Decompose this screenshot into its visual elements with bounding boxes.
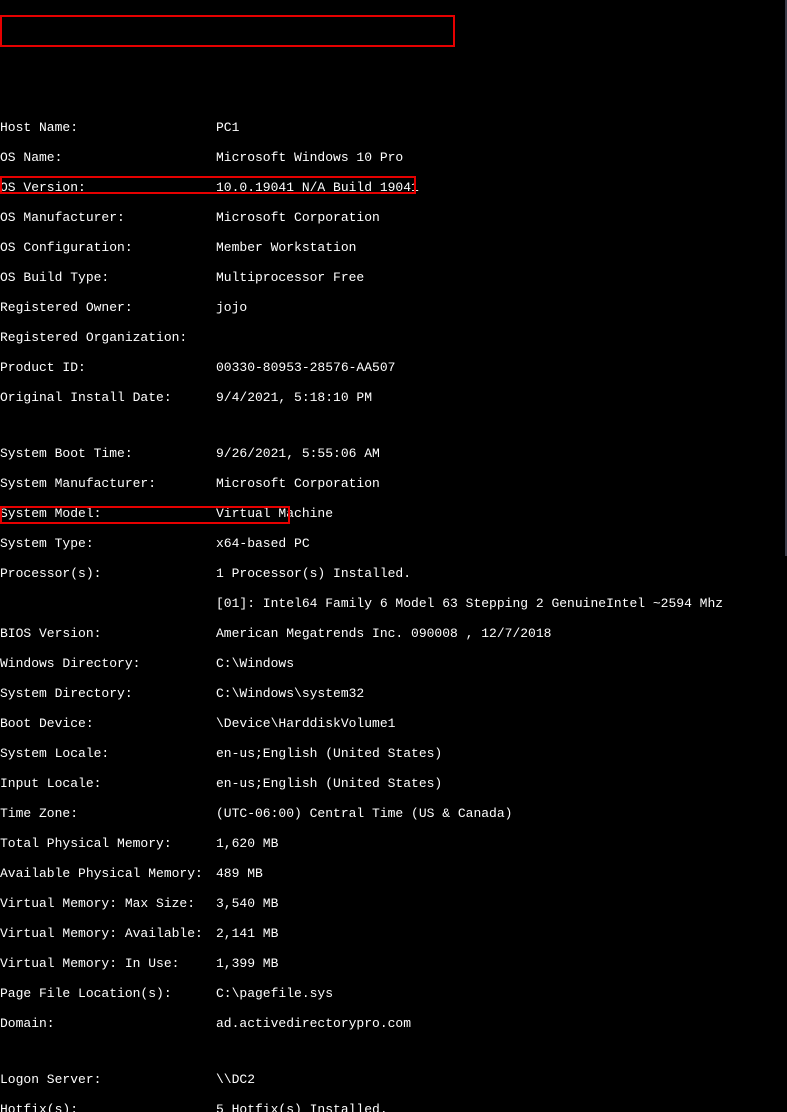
row-virtual-memory-max: Virtual Memory: Max Size:3,540 MB — [0, 896, 787, 911]
row-available-physical-memory: Available Physical Memory:489 MB — [0, 866, 787, 881]
value: 5 Hotfix(s) Installed. — [216, 1102, 388, 1112]
row-os-name: OS Name:Microsoft Windows 10 Pro — [0, 150, 787, 165]
label: Total Physical Memory: — [0, 836, 216, 851]
label: Input Locale: — [0, 776, 216, 791]
label: Time Zone: — [0, 806, 216, 821]
value: American Megatrends Inc. 090008 , 12/7/2… — [216, 626, 551, 641]
value: \Device\HarddiskVolume1 — [216, 716, 395, 731]
label — [0, 596, 216, 611]
value: Multiprocessor Free — [216, 270, 364, 285]
value: Microsoft Windows 10 Pro — [216, 150, 403, 165]
label: System Directory: — [0, 686, 216, 701]
label: Hotfix(s): — [0, 1102, 216, 1112]
value: Member Workstation — [216, 240, 356, 255]
row-processor-01: [01]: Intel64 Family 6 Model 63 Stepping… — [0, 596, 787, 611]
row-os-manufacturer: OS Manufacturer:Microsoft Corporation — [0, 210, 787, 225]
label: Available Physical Memory: — [0, 866, 216, 881]
value: 489 MB — [216, 866, 263, 881]
row-registered-organization: Registered Organization: — [0, 330, 787, 345]
row-system-manufacturer: System Manufacturer:Microsoft Corporatio… — [0, 476, 787, 491]
row-host-name: Host Name:PC1 — [0, 120, 787, 135]
label: Processor(s): — [0, 566, 216, 581]
label: OS Build Type: — [0, 270, 216, 285]
row-time-zone: Time Zone:(UTC-06:00) Central Time (US &… — [0, 806, 787, 821]
label: Registered Organization: — [0, 330, 216, 345]
label: Product ID: — [0, 360, 216, 375]
value: Microsoft Corporation — [216, 476, 380, 491]
value: \\DC2 — [216, 1072, 255, 1087]
row-logon-server: Logon Server:\\DC2 — [0, 1072, 787, 1087]
label: System Model: — [0, 506, 216, 521]
label: OS Configuration: — [0, 240, 216, 255]
label: OS Manufacturer: — [0, 210, 216, 225]
value: [01]: Intel64 Family 6 Model 63 Stepping… — [216, 596, 723, 611]
row-virtual-memory-in-use: Virtual Memory: In Use:1,399 MB — [0, 956, 787, 971]
label: Logon Server: — [0, 1072, 216, 1087]
value: 9/4/2021, 5:18:10 PM — [216, 390, 372, 405]
row-os-version: OS Version:10.0.19041 N/A Build 19041 — [0, 180, 787, 195]
row-system-model: System Model:Virtual Machine — [0, 506, 787, 521]
value: PC1 — [216, 120, 239, 135]
row-boot-device: Boot Device:\Device\HarddiskVolume1 — [0, 716, 787, 731]
label: OS Version: — [0, 180, 216, 195]
row-system-directory: System Directory:C:\Windows\system32 — [0, 686, 787, 701]
label: System Type: — [0, 536, 216, 551]
value: Microsoft Corporation — [216, 210, 380, 225]
row-product-id: Product ID:00330-80953-28576-AA507 — [0, 360, 787, 375]
value: (UTC-06:00) Central Time (US & Canada) — [216, 806, 512, 821]
label: Virtual Memory: Available: — [0, 926, 216, 941]
row-system-locale: System Locale:en-us;English (United Stat… — [0, 746, 787, 761]
row-os-build-type: OS Build Type:Multiprocessor Free — [0, 270, 787, 285]
row-bios-version: BIOS Version:American Megatrends Inc. 09… — [0, 626, 787, 641]
value: C:\Windows\system32 — [216, 686, 364, 701]
label: System Manufacturer: — [0, 476, 216, 491]
value: 10.0.19041 N/A Build 19041 — [216, 180, 419, 195]
value: 2,141 MB — [216, 926, 278, 941]
label: OS Name: — [0, 150, 216, 165]
label: Domain: — [0, 1016, 216, 1031]
row-processors: Processor(s):1 Processor(s) Installed. — [0, 566, 787, 581]
label: Virtual Memory: In Use: — [0, 956, 216, 971]
row-page-file-location: Page File Location(s):C:\pagefile.sys — [0, 986, 787, 1001]
row-os-configuration: OS Configuration:Member Workstation — [0, 240, 787, 255]
row-registered-owner: Registered Owner:jojo — [0, 300, 787, 315]
value: 1 Processor(s) Installed. — [216, 566, 411, 581]
label: System Boot Time: — [0, 446, 216, 461]
label: BIOS Version: — [0, 626, 216, 641]
label: Host Name: — [0, 120, 216, 135]
label: Registered Owner: — [0, 300, 216, 315]
value: Virtual Machine — [216, 506, 333, 521]
row-windows-directory: Windows Directory:C:\Windows — [0, 656, 787, 671]
value: 9/26/2021, 5:55:06 AM — [216, 446, 380, 461]
value: 1,399 MB — [216, 956, 278, 971]
label: Page File Location(s): — [0, 986, 216, 1001]
row-input-locale: Input Locale:en-us;English (United State… — [0, 776, 787, 791]
value: C:\pagefile.sys — [216, 986, 333, 1001]
label: Boot Device: — [0, 716, 216, 731]
label: Original Install Date: — [0, 390, 216, 405]
row-system-boot-time: System Boot Time:9/26/2021, 5:55:06 AM — [0, 446, 787, 461]
row-domain: Domain:ad.activedirectorypro.com — [0, 1016, 787, 1031]
row-total-physical-memory: Total Physical Memory:1,620 MB — [0, 836, 787, 851]
label: System Locale: — [0, 746, 216, 761]
row-virtual-memory-available: Virtual Memory: Available:2,141 MB — [0, 926, 787, 941]
value: C:\Windows — [216, 656, 294, 671]
value: jojo — [216, 300, 247, 315]
highlight-os — [0, 15, 455, 47]
value: x64-based PC — [216, 536, 310, 551]
value: ad.activedirectorypro.com — [216, 1016, 411, 1031]
label: Virtual Memory: Max Size: — [0, 896, 216, 911]
value: 3,540 MB — [216, 896, 278, 911]
value: 1,620 MB — [216, 836, 278, 851]
label: Windows Directory: — [0, 656, 216, 671]
row-system-type: System Type:x64-based PC — [0, 536, 787, 551]
row-original-install-date: Original Install Date:9/4/2021, 5:18:10 … — [0, 390, 787, 405]
row-hotfixes: Hotfix(s):5 Hotfix(s) Installed. — [0, 1102, 787, 1112]
value: en-us;English (United States) — [216, 776, 442, 791]
value: 00330-80953-28576-AA507 — [216, 360, 395, 375]
value: en-us;English (United States) — [216, 746, 442, 761]
